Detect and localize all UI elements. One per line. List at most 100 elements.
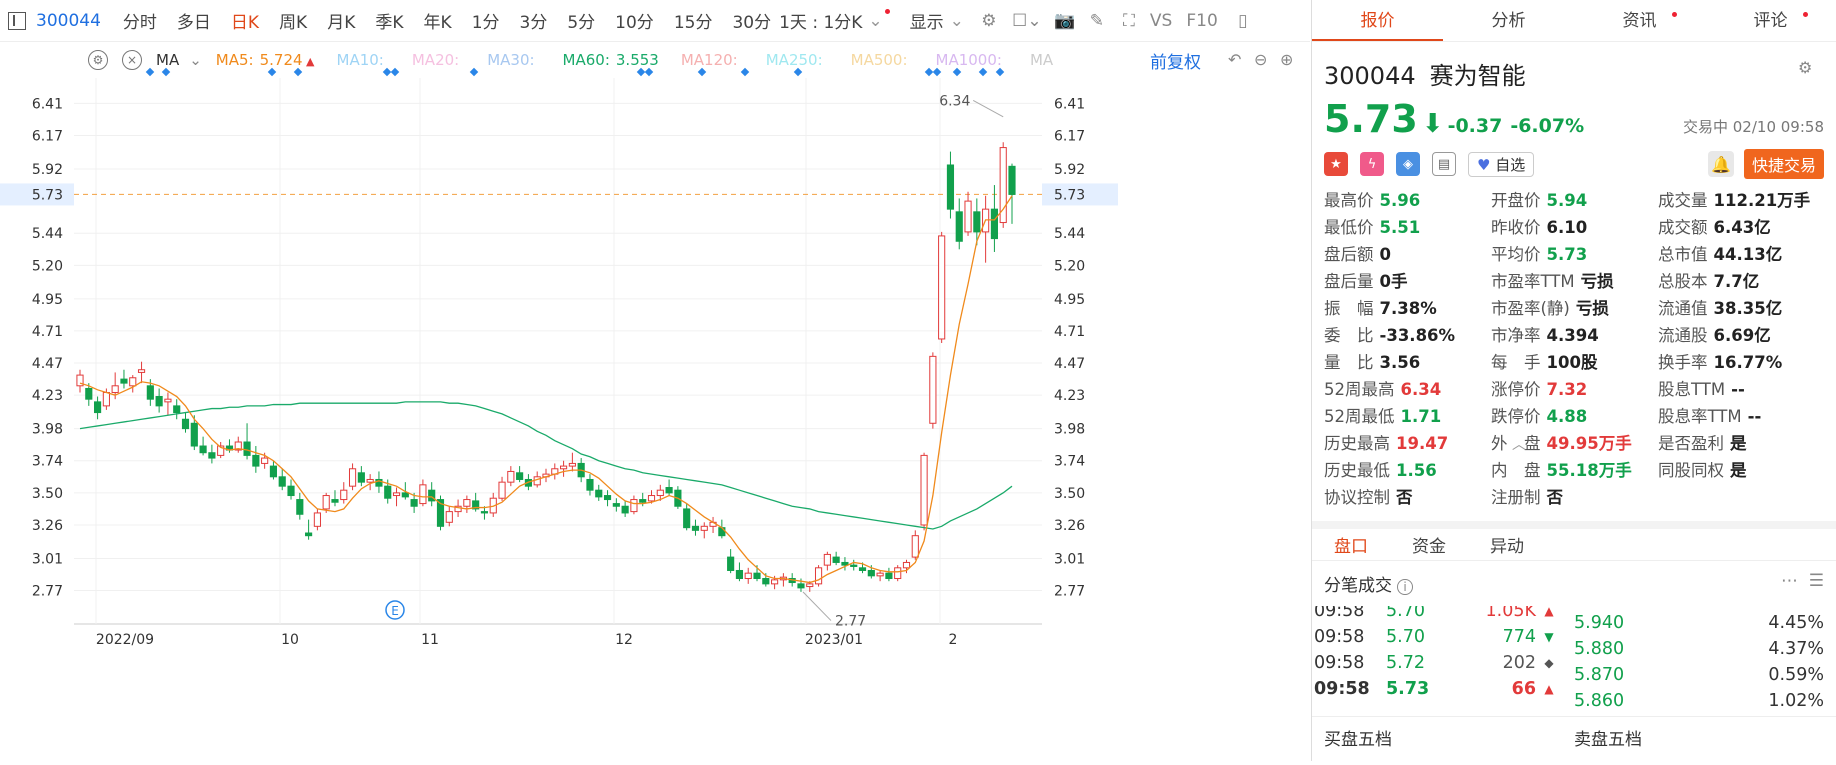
- quote-tab[interactable]: 资讯: [1574, 0, 1705, 41]
- period-tab[interactable]: 3分: [520, 8, 548, 33]
- candle-body: [894, 567, 902, 580]
- candle-body: [164, 398, 172, 403]
- candle-body: [603, 495, 612, 501]
- settings-icon[interactable]: ⚙: [978, 10, 1000, 32]
- range-selector[interactable]: 1天 : 1分K ⌄: [779, 8, 890, 33]
- candle-body: [753, 572, 761, 580]
- period-tab[interactable]: 年K: [424, 8, 452, 33]
- kline-svg[interactable]: 6.41 6.41 6.17 6.17 5.92 5.92 5.44 5.44 5.20 5.20…: [0, 67, 1310, 761]
- panel-toggle-icon[interactable]: [8, 11, 26, 30]
- stat-item: [1658, 484, 1828, 507]
- period-tab[interactable]: 月K: [327, 8, 355, 33]
- stat-item: 盘后量 0手: [1324, 272, 1408, 291]
- fullscreen-icon[interactable]: ⛶: [1118, 10, 1140, 32]
- sub-tab[interactable]: 盘口: [1312, 532, 1390, 557]
- candle-body: [313, 512, 321, 527]
- stat-item: 流通股 6.69亿: [1658, 326, 1771, 345]
- f10-button[interactable]: F10: [1186, 11, 1217, 31]
- zoom-out-icon[interactable]: ⊖: [1254, 50, 1267, 69]
- ma-values: MA5: 5.724 ▲ MA10: MA20: MA30: MA60: 3.553 MA12…: [216, 51, 1081, 69]
- sub-tab[interactable]: 资金: [1390, 532, 1468, 557]
- quick-trade-button[interactable]: 快捷交易: [1743, 149, 1824, 179]
- quote-tab[interactable]: 分析: [1443, 0, 1574, 41]
- stat-item: 协议控制否: [1324, 488, 1413, 507]
- candle-body: [120, 378, 128, 384]
- candle-body: [885, 572, 893, 580]
- period-tab[interactable]: 周K: [279, 8, 307, 33]
- y-tick-left: 6.41: [32, 96, 63, 112]
- order-book-header: 买盘五档 卖盘五档: [1312, 716, 1836, 758]
- stock-code-tab[interactable]: 300044: [36, 11, 101, 31]
- list-icon[interactable]: ☰: [1809, 571, 1824, 591]
- current-price: 5.73: [1324, 97, 1418, 141]
- adjust-mode-button[interactable]: 前复权: [1150, 48, 1201, 73]
- period-tab[interactable]: 多日: [177, 8, 211, 33]
- camera-icon[interactable]: 📷: [1054, 10, 1076, 32]
- gear-icon[interactable]: ⚙: [1798, 58, 1820, 80]
- lightning-icon[interactable]: ϟ: [1360, 152, 1384, 176]
- period-tab[interactable]: 15分: [674, 8, 713, 33]
- candle-body: [814, 567, 823, 585]
- watchlist-button[interactable]: ♥ 自选: [1468, 151, 1535, 177]
- ma-close-icon[interactable]: ×: [122, 50, 142, 70]
- candle-body: [850, 564, 858, 567]
- period-tab[interactable]: 10分: [615, 8, 654, 33]
- candle-body: [392, 492, 401, 497]
- candle-body: [181, 418, 190, 430]
- trade-status: 交易中 02/10 09:58: [1683, 118, 1824, 136]
- period-tab[interactable]: 季K: [375, 8, 403, 33]
- stat-item: 是否盈利是: [1658, 434, 1747, 453]
- quote-tab[interactable]: 报价: [1312, 0, 1443, 41]
- draw-pen-icon[interactable]: ✎: [1086, 10, 1108, 32]
- vs-button[interactable]: VS: [1150, 11, 1172, 31]
- y-tick-left: 5.92: [32, 162, 63, 178]
- candle-body: [102, 391, 110, 407]
- candle-body: [621, 505, 629, 514]
- candle-body: [498, 481, 506, 499]
- candle-body: [858, 567, 867, 571]
- candle-body: [340, 489, 348, 501]
- stat-item: 股息率TTM --: [1658, 407, 1762, 426]
- candle-body: [85, 387, 93, 400]
- color-box-icon[interactable]: ☐⌄: [1010, 10, 1044, 32]
- more-icon[interactable]: ⋯: [1781, 571, 1798, 591]
- sub-tab[interactable]: 异动: [1468, 532, 1546, 557]
- display-menu[interactable]: 显示 ⌄: [910, 8, 964, 34]
- stat-item: 开盘价 5.94: [1491, 191, 1588, 210]
- chevron-down-icon[interactable]: ⌄: [189, 51, 202, 69]
- candle-body: [691, 525, 700, 531]
- quote-tab[interactable]: 评论: [1705, 0, 1836, 41]
- period-tabs: 分时 多日 日K 周K 月K 季K 年K 1分 3分 5分 10分 15分 30分: [123, 8, 779, 33]
- info-icon[interactable]: i: [1397, 579, 1413, 595]
- candle-body: [111, 385, 119, 393]
- candle-body: [348, 468, 357, 487]
- stat-item: 股息TTM --: [1658, 380, 1745, 399]
- candle-body: [771, 579, 779, 585]
- undo-icon[interactable]: ↶: [1228, 50, 1241, 69]
- period-tab[interactable]: 日K: [231, 8, 259, 33]
- bell-icon[interactable]: 🔔: [1707, 151, 1734, 177]
- kline-chart[interactable]: 6.41 6.41 6.17 6.17 5.92 5.92 5.44 5.44 5.20 5.20…: [0, 67, 1310, 761]
- candle-body: [946, 164, 955, 210]
- ma-settings-icon[interactable]: ⚙: [88, 50, 108, 70]
- candle-body: [990, 208, 998, 240]
- ma-indicator-bar: ⚙ × MA ⌄ MA5: 5.724 ▲ MA10: MA20: MA30: MA60:…: [0, 42, 1226, 78]
- candle-body: [516, 472, 524, 480]
- tag-icon[interactable]: ◈: [1396, 152, 1420, 176]
- candle-body: [208, 452, 216, 459]
- candle-body: [357, 472, 365, 483]
- period-tab[interactable]: 30分: [732, 8, 771, 33]
- period-tab[interactable]: 分时: [123, 8, 157, 33]
- down-arrow-icon: ⬇: [1421, 109, 1444, 139]
- china-flag-icon[interactable]: ★: [1324, 152, 1348, 176]
- stat-item: 涨停价 7.32: [1491, 380, 1588, 399]
- note-icon[interactable]: ▤: [1432, 152, 1456, 176]
- candle-body: [243, 441, 251, 456]
- ma-type-label[interactable]: MA: [156, 51, 179, 69]
- collapse-chevron-icon[interactable]: ︿: [1512, 434, 1526, 454]
- sidebar-toggle-icon[interactable]: ▯: [1232, 10, 1254, 32]
- period-tab[interactable]: 1分: [472, 8, 500, 33]
- period-tab[interactable]: 5分: [567, 8, 595, 33]
- zoom-in-icon[interactable]: ⊕: [1280, 50, 1293, 69]
- candle-body: [278, 476, 286, 487]
